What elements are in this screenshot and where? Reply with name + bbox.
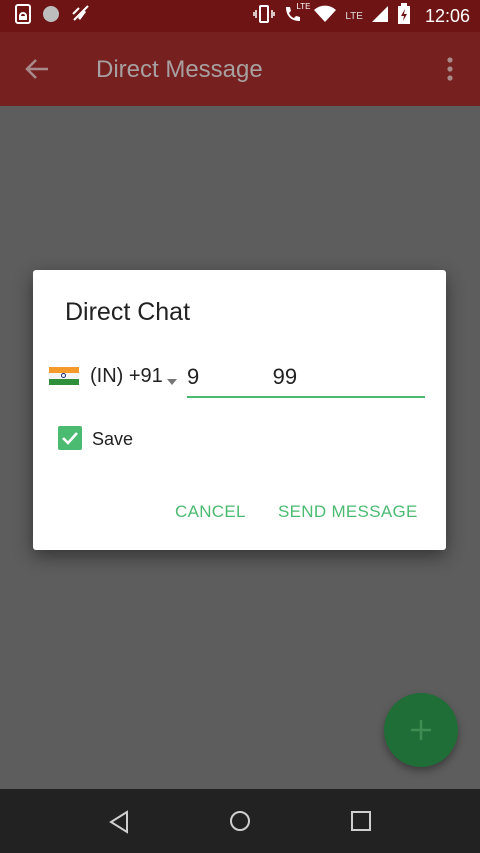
save-checkbox[interactable] (58, 426, 82, 450)
nav-home-icon[interactable] (228, 809, 252, 838)
mic-off-icon (70, 4, 92, 29)
call-lte-icon: LTE (283, 2, 310, 29)
network-type-label: LTE (345, 10, 363, 22)
status-bar: LTE LTE 12:06 (0, 0, 480, 32)
wifi-icon (313, 5, 337, 28)
phone-number-input[interactable] (187, 360, 425, 398)
direct-chat-dialog: Direct Chat (IN) +91 Save CANCEL SEND ME… (33, 270, 446, 550)
india-flag-icon[interactable] (49, 367, 79, 385)
country-code-selector[interactable]: (IN) +91 (90, 365, 163, 388)
battery-charging-icon (397, 2, 411, 30)
status-time: 12:06 (424, 5, 470, 26)
system-nav-bar (0, 789, 480, 853)
nav-back-icon[interactable] (108, 810, 130, 839)
app-title: Direct Message (96, 56, 263, 83)
dialog-title: Direct Chat (65, 298, 191, 326)
signal-icon (371, 5, 389, 28)
circle-icon (42, 5, 60, 28)
app-bar: Direct Message (0, 32, 480, 106)
status-right-icons: LTE LTE 12:06 (253, 0, 470, 32)
save-label: Save (92, 429, 134, 449)
screen-lock-icon (14, 3, 32, 29)
nav-recents-icon[interactable] (350, 810, 372, 837)
dropdown-arrow-icon[interactable] (167, 372, 177, 390)
cancel-button[interactable]: CANCEL (175, 502, 246, 522)
add-fab-button[interactable] (384, 693, 458, 767)
status-left-icons (14, 3, 92, 29)
call-lte-label: LTE (296, 1, 311, 11)
more-vert-icon[interactable] (446, 56, 454, 87)
arrow-back-icon[interactable] (24, 56, 50, 87)
send-message-button[interactable]: SEND MESSAGE (278, 502, 418, 522)
vibrate-icon (253, 4, 276, 29)
plus-icon (411, 720, 431, 740)
